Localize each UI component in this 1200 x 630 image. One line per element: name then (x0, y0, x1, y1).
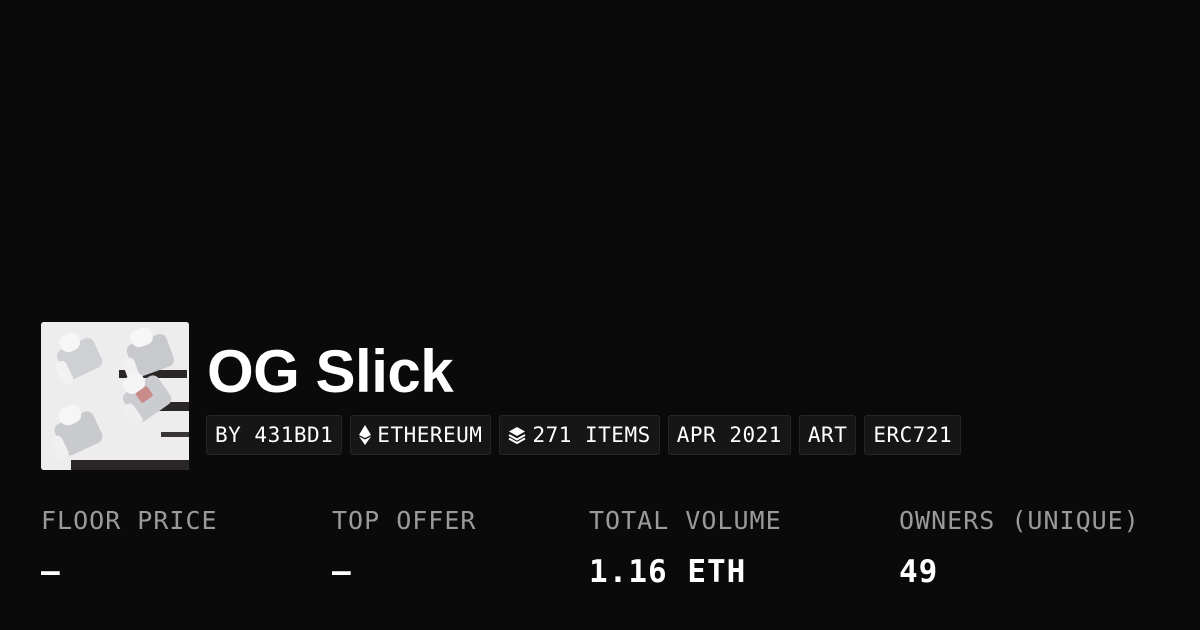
stat-total-volume: TOTAL VOLUME 1.16 ETH (589, 503, 782, 591)
standard-tag: ERC721 (864, 415, 962, 455)
items-tag[interactable]: 271 ITEMS (499, 415, 660, 455)
stat-top-offer: TOP OFFER – (332, 503, 476, 591)
standard-label: ERC721 (873, 423, 953, 447)
collection-title: OG Slick (207, 338, 454, 405)
stat-label: OWNERS (UNIQUE) (899, 506, 1140, 535)
chain-label: ETHEREUM (377, 423, 483, 447)
stat-label: FLOOR PRICE (41, 506, 218, 535)
layers-icon (508, 426, 526, 444)
creator-label: BY 431BD1 (215, 423, 334, 447)
collection-artwork (41, 322, 189, 470)
stat-label: TOP OFFER (332, 506, 477, 535)
stat-value: 1.16 ETH (589, 554, 747, 590)
stat-value: – (41, 554, 61, 590)
category-tag[interactable]: ART (798, 415, 857, 455)
chain-tag[interactable]: ETHEREUM (350, 415, 492, 455)
stat-floor-price: FLOOR PRICE – (41, 503, 218, 591)
stat-value: – (332, 554, 352, 590)
date-label: APR 2021 (676, 423, 782, 447)
creator-tag[interactable]: BY 431BD1 (206, 415, 343, 455)
ethereum-icon (359, 425, 372, 445)
stat-owners: OWNERS (UNIQUE) 49 (899, 503, 1140, 591)
collection-card: OG Slick BY 431BD1 ETHEREUM 271 ITEMS AP… (0, 0, 1200, 630)
items-label: 271 ITEMS (532, 423, 651, 447)
stat-label: TOTAL VOLUME (589, 506, 782, 535)
category-label: ART (807, 423, 848, 447)
date-tag: APR 2021 (667, 415, 791, 455)
collection-tags: BY 431BD1 ETHEREUM 271 ITEMS APR 2021 AR… (206, 415, 962, 455)
stat-value: 49 (899, 554, 939, 590)
collection-image[interactable] (41, 322, 189, 470)
